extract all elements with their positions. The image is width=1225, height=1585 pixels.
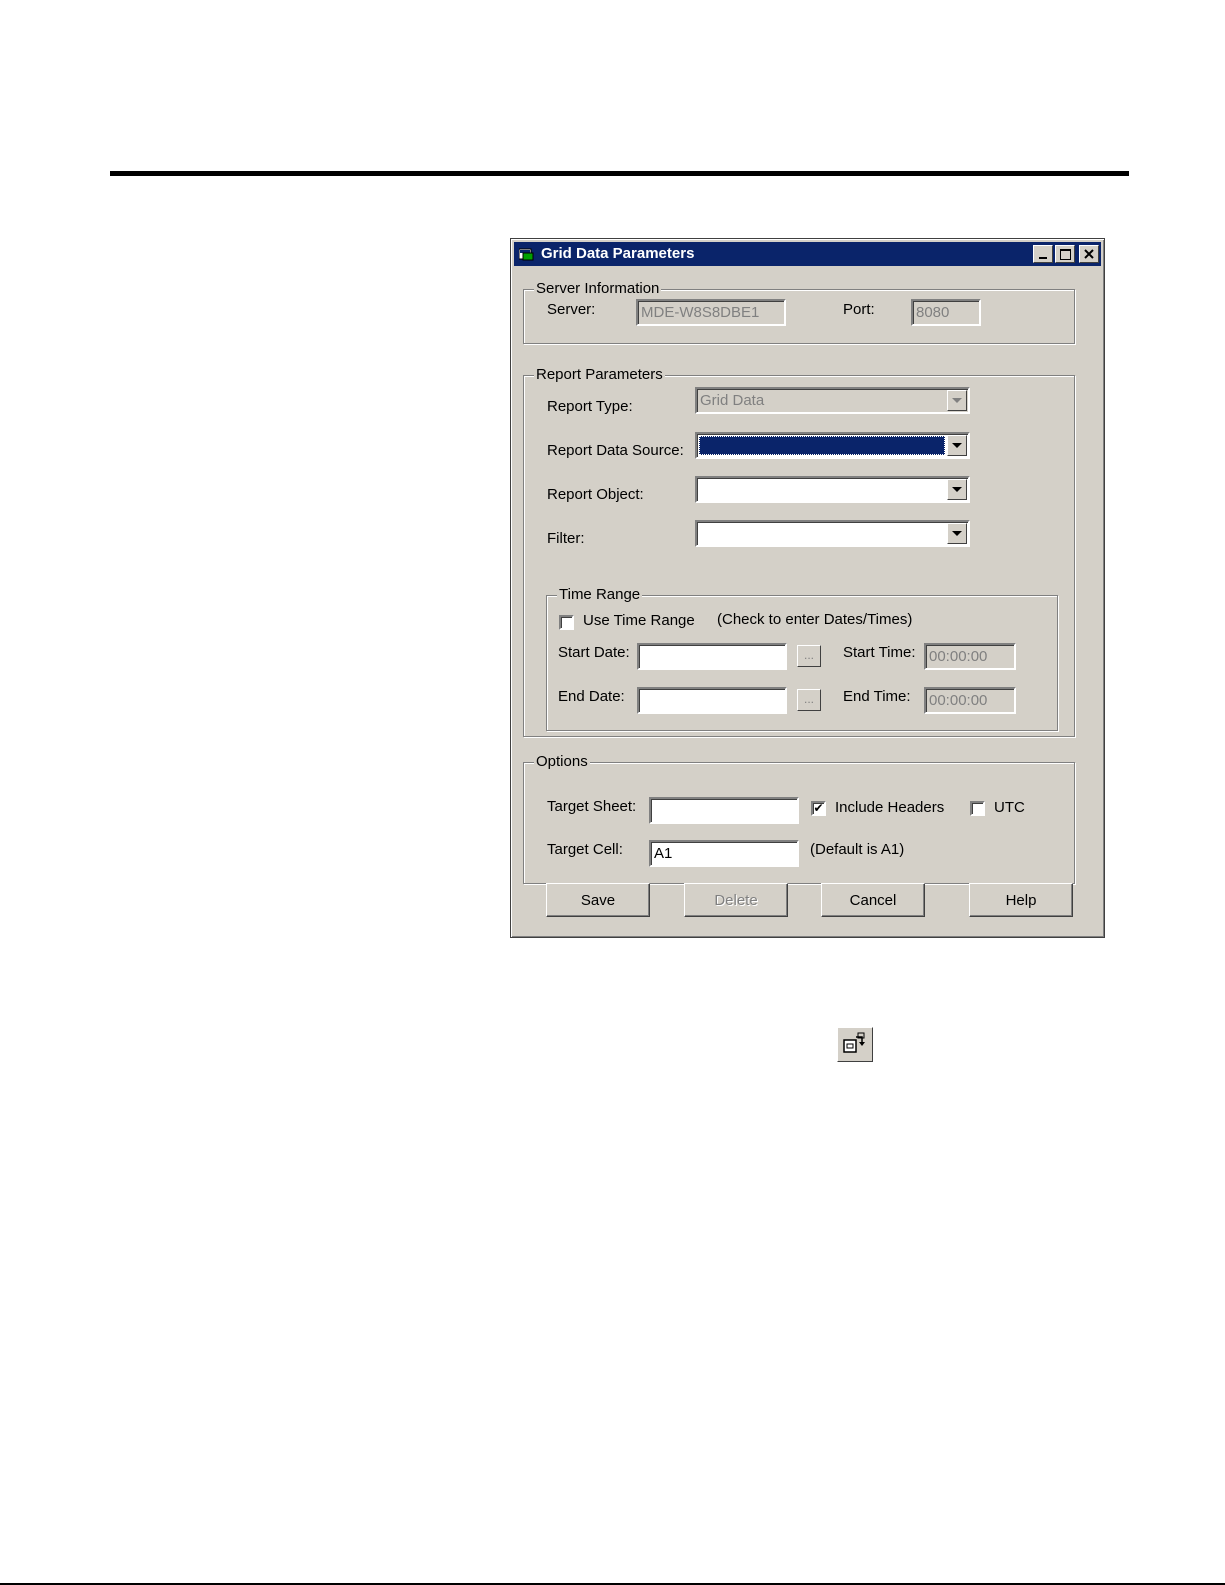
- server-label: Server:: [547, 301, 596, 318]
- utc-checkbox[interactable]: [970, 801, 985, 816]
- time-range-title: Time Range: [557, 586, 643, 604]
- refresh-report-icon[interactable]: [837, 1027, 873, 1062]
- report-type-select[interactable]: Grid Data: [695, 387, 970, 414]
- utc-label[interactable]: UTC: [994, 799, 1025, 816]
- target-cell-field[interactable]: A1: [649, 840, 799, 867]
- report-object-label: Report Object:: [547, 486, 644, 503]
- page-top-rule: [110, 171, 1129, 176]
- end-time-label: End Time:: [843, 688, 911, 705]
- use-time-range-label[interactable]: Use Time Range: [583, 612, 695, 629]
- end-time-field[interactable]: 00:00:00: [924, 687, 1016, 714]
- app-icon: [519, 248, 534, 261]
- end-date-label: End Date:: [558, 688, 625, 705]
- include-headers-checkbox[interactable]: ✔: [811, 801, 826, 816]
- dialog-title: Grid Data Parameters: [541, 245, 695, 262]
- report-parameters-title: Report Parameters: [534, 366, 665, 384]
- use-time-range-checkbox[interactable]: [559, 615, 574, 630]
- target-sheet-label: Target Sheet:: [547, 798, 637, 815]
- save-button[interactable]: Save: [546, 883, 650, 917]
- help-button[interactable]: Help: [969, 883, 1073, 917]
- start-date-browse-button[interactable]: ...: [797, 645, 821, 667]
- server-information-group: Server Information: [523, 280, 1075, 344]
- include-headers-label[interactable]: Include Headers: [835, 799, 944, 816]
- filter-select[interactable]: [695, 520, 970, 547]
- title-bar[interactable]: Grid Data Parameters: [514, 242, 1101, 266]
- options-title: Options: [534, 753, 590, 771]
- dropdown-arrow-icon[interactable]: [947, 523, 967, 544]
- grid-data-parameters-dialog: Grid Data Parameters Server Information …: [510, 238, 1105, 938]
- options-group: Options: [523, 753, 1075, 884]
- cancel-button[interactable]: Cancel: [821, 883, 925, 917]
- minimize-icon[interactable]: [1033, 245, 1053, 263]
- report-type-label: Report Type:: [547, 398, 633, 415]
- start-time-label: Start Time:: [843, 644, 916, 661]
- time-range-hint: (Check to enter Dates/Times): [717, 611, 913, 628]
- start-date-label: Start Date:: [558, 644, 630, 661]
- server-information-title: Server Information: [534, 280, 662, 298]
- report-data-source-label: Report Data Source:: [547, 442, 684, 459]
- dropdown-arrow-icon[interactable]: [947, 435, 967, 456]
- start-date-field[interactable]: [637, 643, 787, 670]
- end-date-field[interactable]: [637, 687, 787, 714]
- port-label: Port:: [843, 301, 875, 318]
- report-type-value: Grid Data: [700, 392, 765, 409]
- start-time-field[interactable]: 00:00:00: [924, 643, 1016, 670]
- target-cell-hint: (Default is A1): [810, 841, 905, 858]
- server-field[interactable]: MDE-W8S8DBE1: [636, 299, 786, 326]
- filter-label: Filter:: [547, 530, 585, 547]
- report-object-select[interactable]: [695, 476, 970, 503]
- port-field[interactable]: 8080: [911, 299, 981, 326]
- selection-highlight: [699, 436, 945, 455]
- report-data-source-select[interactable]: [695, 432, 970, 459]
- target-sheet-field[interactable]: [649, 797, 799, 824]
- maximize-icon[interactable]: [1055, 245, 1075, 263]
- target-cell-label: Target Cell:: [547, 841, 623, 858]
- end-date-browse-button[interactable]: ...: [797, 689, 821, 711]
- dropdown-arrow-icon[interactable]: [947, 390, 967, 411]
- dropdown-arrow-icon[interactable]: [947, 479, 967, 500]
- close-icon[interactable]: [1079, 245, 1099, 263]
- delete-button[interactable]: Delete: [684, 883, 788, 917]
